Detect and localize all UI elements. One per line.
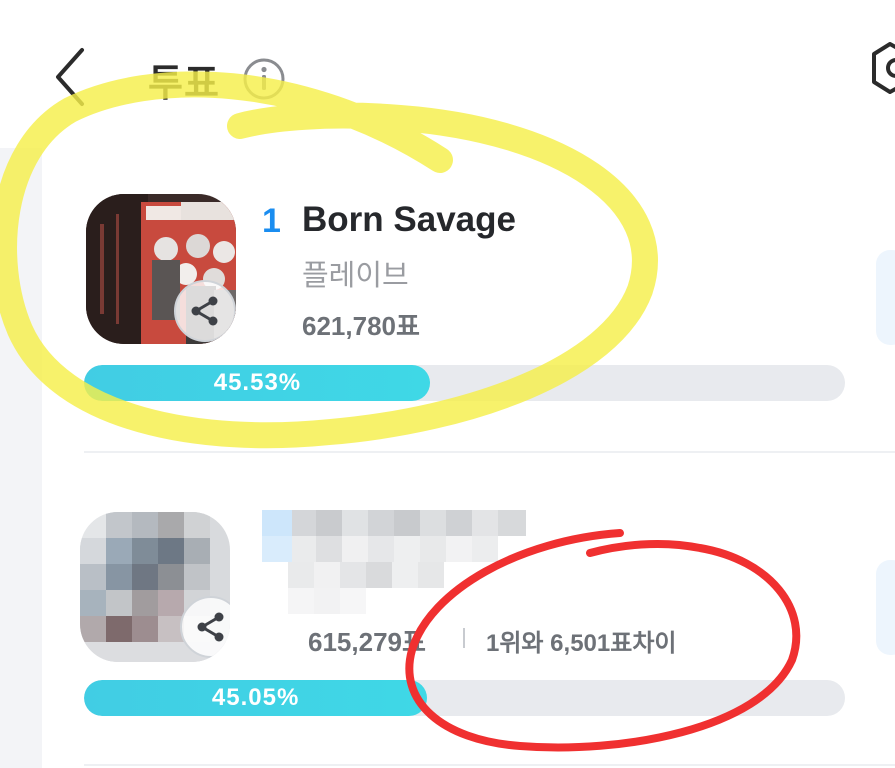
- side-panel-edge: [0, 148, 42, 768]
- back-button[interactable]: [48, 46, 96, 108]
- share-button[interactable]: [174, 280, 236, 342]
- chevron-left-icon: [56, 48, 84, 106]
- vote-percent-label: 45.53%: [213, 369, 302, 396]
- top-bar: 투표: [0, 0, 895, 140]
- pixelated-artist: [288, 562, 488, 614]
- vote-progress-bar: 45.53%: [84, 365, 845, 401]
- pixelated-title: [262, 510, 526, 562]
- vote-gap-label: 1위와 6,501표차이: [486, 630, 677, 657]
- info-button[interactable]: [242, 57, 286, 101]
- page-title: 투표: [148, 63, 220, 105]
- share-icon: [191, 296, 218, 326]
- side-action-card[interactable]: [876, 250, 895, 345]
- artist-name: 플레이브: [302, 260, 409, 292]
- separator: [463, 628, 465, 648]
- vote-percent-label: 45.05%: [211, 684, 300, 711]
- entry-divider: [84, 764, 895, 766]
- info-circle-icon: [243, 58, 285, 100]
- song-title: Born Savage: [302, 200, 516, 239]
- album-thumbnail[interactable]: [80, 512, 230, 662]
- vote-count: 621,780표: [302, 311, 420, 341]
- vote-progress-bar: 45.05%: [84, 680, 845, 716]
- share-icon: [197, 612, 224, 642]
- side-action-card[interactable]: [876, 560, 895, 655]
- vote-count: 615,279표: [308, 627, 426, 657]
- rank-number: 1: [262, 202, 281, 240]
- entry-divider: [84, 451, 895, 453]
- album-thumbnail[interactable]: [86, 194, 236, 344]
- hexagon-icon[interactable]: [870, 42, 895, 106]
